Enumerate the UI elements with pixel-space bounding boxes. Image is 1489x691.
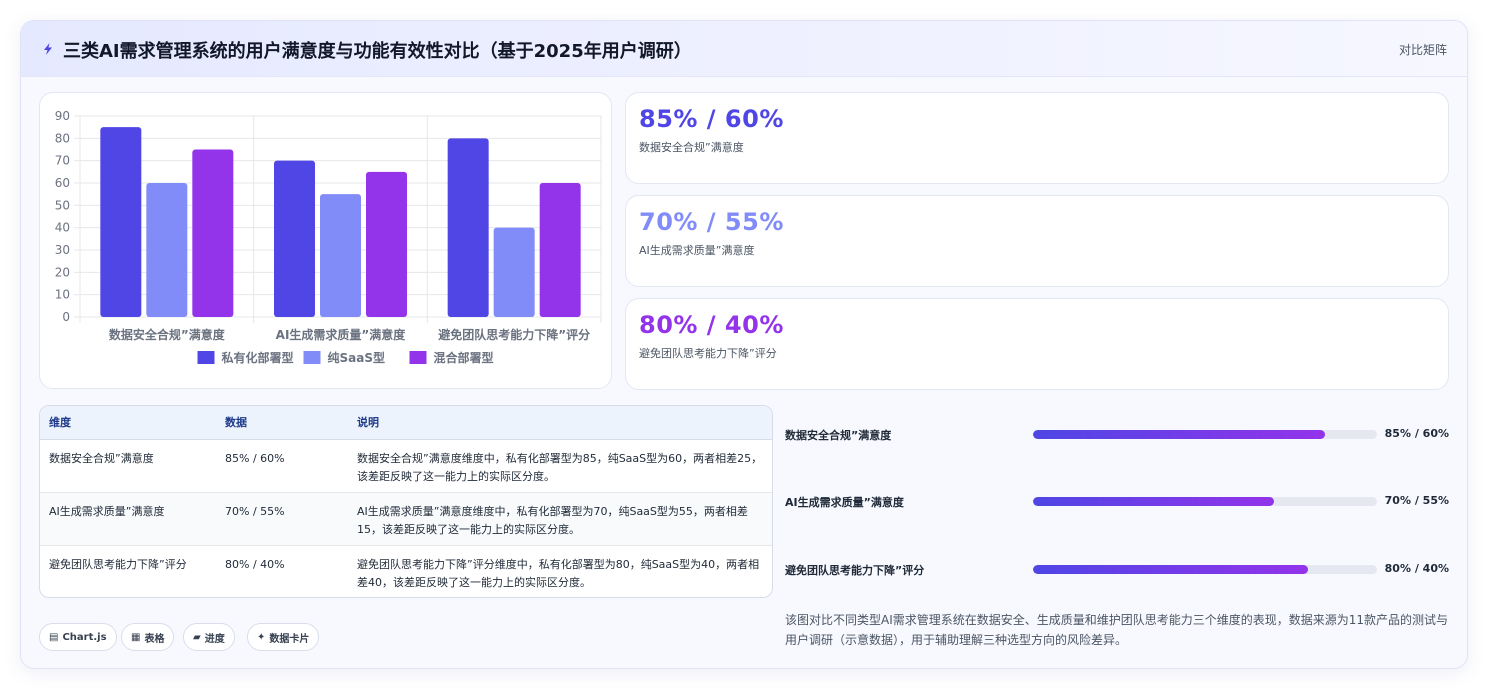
- lightning-icon: [44, 43, 52, 55]
- column-header: 数据: [216, 406, 348, 440]
- page-title: 三类AI需求管理系统的用户满意度与功能有效性对比（基于2025年用户调研）: [63, 41, 692, 62]
- chip-progress[interactable]: ▰ 进度: [183, 623, 235, 651]
- cell-data: 80% / 40%: [225, 557, 285, 571]
- column-header: 维度: [40, 406, 216, 440]
- bar: [447, 138, 489, 317]
- stat-label: 避免团队思考能力下降”评分: [639, 347, 777, 360]
- progress-track: [1033, 565, 1377, 574]
- cell-dimension: AI生成需求质量”满意度: [40, 492, 216, 546]
- progress-label: AI生成需求质量”满意度: [785, 496, 904, 509]
- bar: [366, 171, 407, 317]
- chart-card: 0 10 20 30 40 50 60 70 80 90 数据安全合规”满意度 AI生成需求质量”满意…: [39, 92, 612, 389]
- column-header: 说明: [348, 406, 772, 440]
- progress-row: AI生成需求质量”满意度 70% / 55%: [785, 491, 1449, 511]
- data-table: 维度 数据 说明 数据安全合规”满意度 85% / 60% 数据安全合规”满意度…: [40, 406, 772, 597]
- progress-track: [1033, 430, 1377, 439]
- x-tick-label: 避免团队思考能力下降”评分: [438, 327, 590, 342]
- cell-dimension: 数据安全合规”满意度: [40, 439, 216, 493]
- matrix-label: 对比矩阵: [1398, 43, 1447, 57]
- progress-fill: [1033, 565, 1309, 574]
- stat-label: AI生成需求质量”满意度: [639, 244, 755, 257]
- legend-label: 混合部署型: [434, 350, 494, 365]
- x-tick-label: AI生成需求质量”满意度: [276, 327, 407, 342]
- cell-description: AI生成需求质量”满意度维度中，私有化部署型为70，纯SaaS型为55，两者相差…: [348, 492, 772, 546]
- bar: [100, 127, 142, 317]
- progress-track: [1033, 497, 1377, 506]
- table-row: 数据安全合规”满意度 85% / 60% 数据安全合规”满意度维度中，私有化部署…: [40, 439, 772, 493]
- table-row: AI生成需求质量”满意度 70% / 55% AI生成需求质量”满意度维度中，私…: [40, 492, 772, 546]
- cell-data: 85% / 60%: [216, 439, 348, 493]
- sparkle-icon: ✦: [257, 631, 266, 643]
- table-icon: ▦: [131, 631, 141, 643]
- legend-label: 私有化部署型: [221, 350, 294, 365]
- chip-label: 数据卡片: [269, 633, 310, 645]
- y-tick-label: 40: [55, 221, 70, 235]
- bar: [192, 149, 234, 317]
- progress-label: 避免团队思考能力下降”评分: [785, 564, 925, 577]
- cell-dimension: 避免团队思考能力下降”评分: [49, 557, 187, 571]
- table-header-row: 维度 数据 说明: [40, 406, 772, 440]
- y-tick-label: 30: [55, 243, 70, 257]
- y-tick-label: 70: [55, 154, 70, 168]
- legend-swatch: [303, 351, 321, 364]
- bar: [539, 183, 581, 317]
- cell-description: 数据安全合规”满意度维度中，私有化部署型为85，纯SaaS型为60，两者相差25…: [348, 439, 772, 493]
- y-tick-label: 80: [55, 131, 70, 145]
- y-tick-label: 60: [55, 176, 70, 190]
- chip-data-card[interactable]: ✦ 数据卡片: [247, 623, 320, 651]
- progress-value: 80% / 40%: [1384, 562, 1449, 575]
- chip-label: Chart.js: [62, 631, 107, 643]
- cell-data: 70% / 55%: [216, 492, 348, 546]
- legend-swatch: [409, 351, 427, 364]
- stat-label: 数据安全合规”满意度: [639, 141, 744, 154]
- chip-label: 进度: [204, 633, 225, 645]
- stat-value: 70% / 55%: [639, 208, 784, 236]
- progress-label: 数据安全合规”满意度: [785, 429, 892, 442]
- progress-row: 避免团队思考能力下降”评分 80% / 40%: [785, 559, 1449, 579]
- y-tick-label: 0: [62, 310, 70, 324]
- x-tick-label: 数据安全合规”满意度: [109, 327, 226, 342]
- legend-swatch: [197, 351, 215, 364]
- stat-card: 80% / 40% 避免团队思考能力下降”评分: [625, 298, 1449, 390]
- bar: [146, 183, 188, 317]
- y-tick-label: 10: [55, 288, 70, 302]
- progress-fill: [1033, 497, 1274, 506]
- stat-card: 85% / 60% 数据安全合规”满意度: [625, 92, 1449, 184]
- header-bar: 三类AI需求管理系统的用户满意度与功能有效性对比（基于2025年用户调研） 对比…: [21, 21, 1467, 77]
- chart-note: 该图对比不同类型AI需求管理系统在数据安全、生成质量和维护团队思考能力三个维度的…: [785, 613, 1449, 647]
- folder-icon: ▰: [193, 631, 201, 643]
- chip-chartjs[interactable]: ▤ Chart.js: [39, 623, 117, 651]
- stat-value: 85% / 60%: [639, 105, 784, 133]
- y-tick-label: 90: [55, 109, 70, 123]
- chip-table[interactable]: ▦ 表格: [121, 623, 175, 651]
- stat-value: 80% / 40%: [639, 311, 784, 339]
- chart-icon: ▤: [49, 631, 59, 643]
- cell-description: 避免团队思考能力下降”评分维度中，私有化部署型为80，纯SaaS型为40，两者相…: [357, 557, 760, 589]
- data-table-card: 维度 数据 说明 数据安全合规”满意度 85% / 60% 数据安全合规”满意度…: [39, 405, 773, 598]
- bar-chart: 0 10 20 30 40 50 60 70 80 90 数据安全合规”满意度 AI生成需求质量”满意…: [55, 109, 602, 365]
- bar: [493, 227, 535, 317]
- chip-label: 表格: [144, 633, 165, 645]
- stat-card: 70% / 55% AI生成需求质量”满意度: [625, 195, 1449, 287]
- progress-value: 70% / 55%: [1384, 494, 1449, 507]
- y-tick-label: 50: [55, 198, 70, 212]
- table-row: 避免团队思考能力下降”评分 80% / 40% 避免团队思考能力下降”评分维度中…: [40, 545, 772, 597]
- legend-label: 纯SaaS型: [328, 350, 385, 365]
- bar: [320, 194, 361, 317]
- y-tick-label: 20: [55, 265, 70, 279]
- progress-row: 数据安全合规”满意度 85% / 60%: [785, 424, 1449, 444]
- progress-fill: [1033, 430, 1326, 439]
- progress-value: 85% / 60%: [1384, 427, 1449, 440]
- bar: [274, 160, 315, 317]
